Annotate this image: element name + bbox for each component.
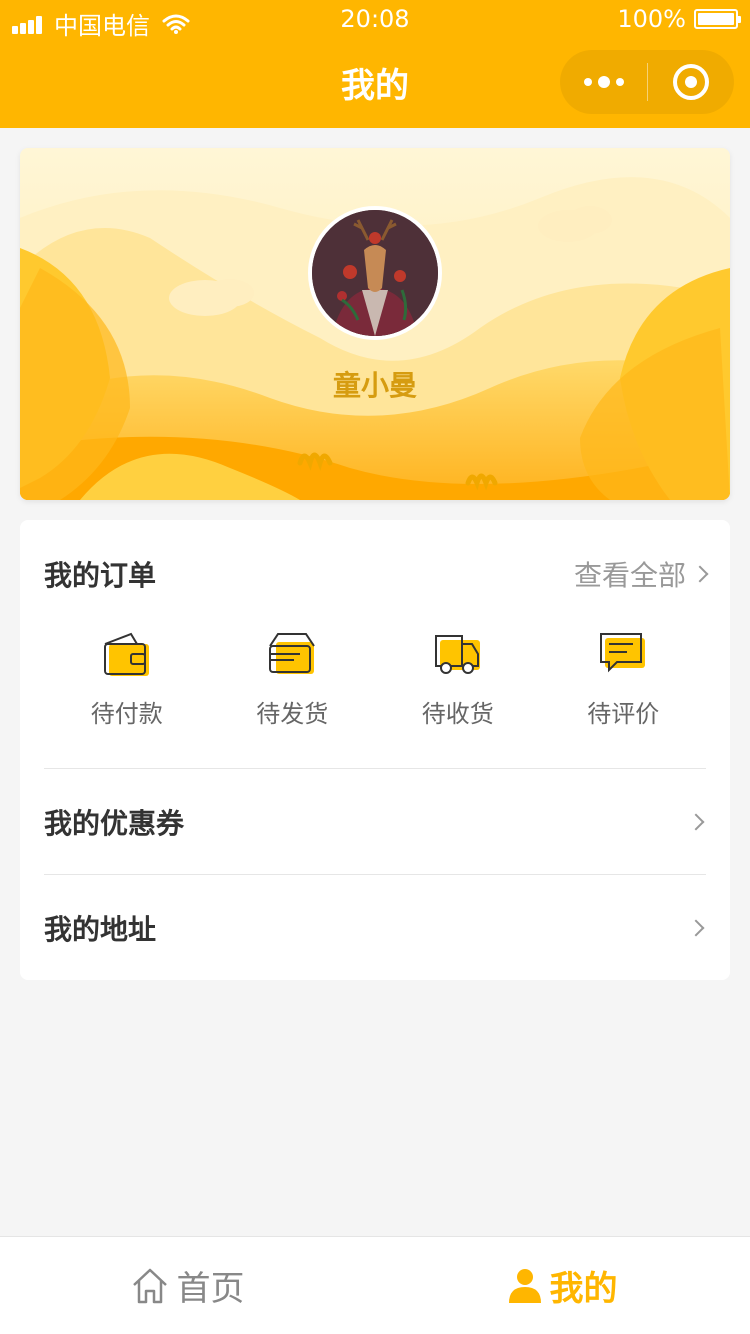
more-icon [583, 78, 592, 86]
more-button[interactable] [560, 50, 647, 114]
order-item-label: 待评价 [587, 700, 660, 728]
order-item-label: 待付款 [90, 700, 163, 728]
deer-portrait-icon [312, 210, 438, 336]
username: 童小曼 [332, 369, 417, 402]
tab-bar: 首页 我的 [0, 1236, 750, 1334]
view-all-label: 查看全部 [573, 559, 686, 592]
comment-icon [600, 633, 646, 673]
battery-percent: 100% [617, 5, 686, 33]
coupons-row[interactable]: 我的优惠券 [44, 770, 706, 874]
address-row[interactable]: 我的地址 [44, 876, 706, 980]
chevron-right-icon [687, 813, 705, 831]
order-item-label: 待收货 [421, 700, 494, 728]
orders-title: 我的订单 [44, 559, 157, 592]
chevron-right-icon [691, 565, 709, 583]
order-pending-shipment[interactable]: 待发货 [210, 630, 376, 750]
order-pending-receipt[interactable]: 待收货 [375, 630, 541, 750]
close-button[interactable] [648, 50, 734, 114]
divider [44, 768, 706, 769]
order-item-label: 待发货 [256, 700, 329, 728]
truck-icon [434, 635, 480, 674]
orders-header: 我的订单 查看全部 [44, 550, 709, 594]
tab-mine-label: 我的 [549, 1269, 618, 1309]
home-icon [132, 1268, 167, 1303]
divider [44, 874, 706, 875]
wallet-icon [103, 632, 149, 676]
order-pending-payment[interactable]: 待付款 [44, 630, 210, 750]
package-icon [269, 633, 316, 674]
tab-home-label: 首页 [176, 1269, 245, 1309]
user-icon [508, 1268, 541, 1303]
status-bar: 中国电信 20:08 100% [0, 0, 750, 40]
avatar[interactable] [308, 206, 442, 340]
order-status-list: 待付款 待发货 待收货 待评价 [44, 630, 706, 750]
menu-card: 我的订单 查看全部 待付款 待发货 待收货 待评价 我的优惠券 我的地址 [20, 520, 730, 980]
battery-icon [694, 9, 741, 29]
view-all-orders-link[interactable]: 查看全部 [573, 554, 709, 594]
nav-bar: 我的 [0, 40, 750, 128]
address-label: 我的地址 [44, 913, 157, 946]
chevron-right-icon [687, 919, 705, 937]
target-icon [673, 64, 709, 100]
mini-program-capsule [560, 50, 734, 114]
tab-home[interactable]: 首页 [0, 1237, 375, 1334]
coupons-label: 我的优惠券 [44, 807, 185, 840]
profile-banner: 童小曼 [20, 148, 730, 500]
tab-mine[interactable]: 我的 [375, 1237, 750, 1334]
order-pending-review[interactable]: 待评价 [541, 630, 707, 750]
